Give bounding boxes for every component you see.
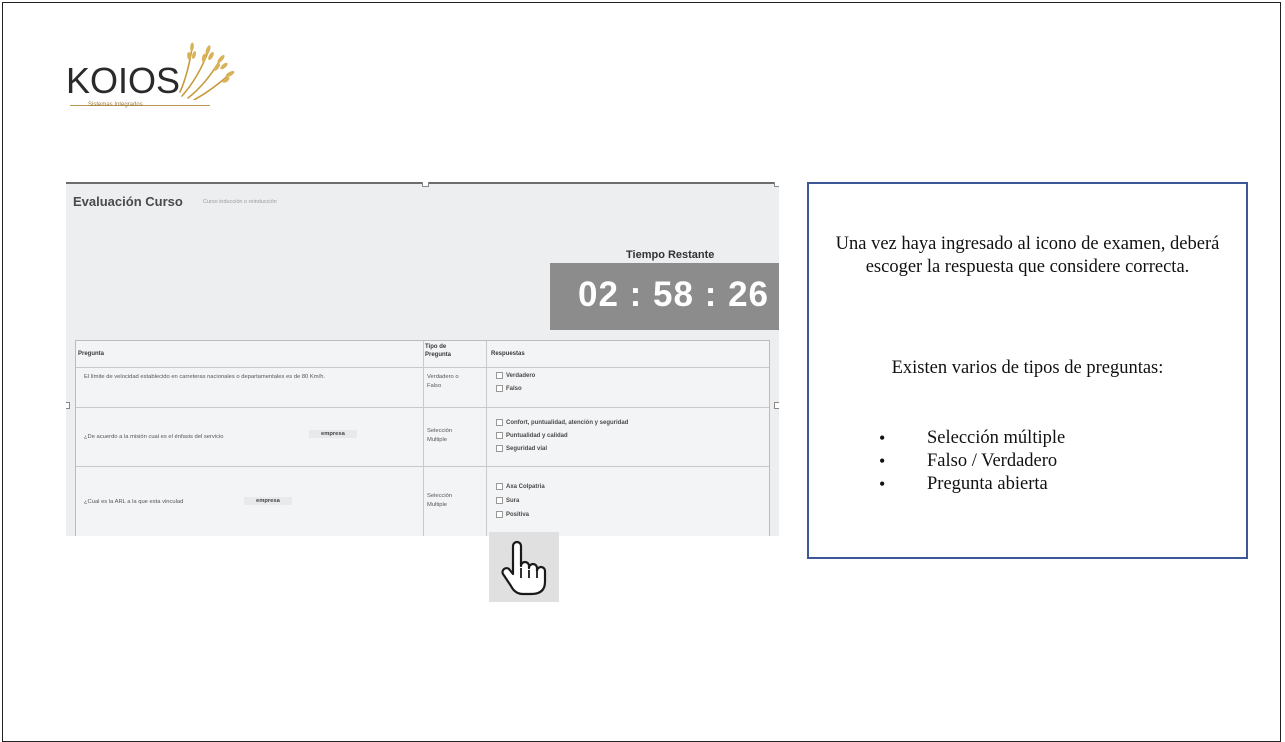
- answer-option[interactable]: Axa Colpatria: [496, 483, 545, 490]
- resize-handle: [66, 402, 70, 409]
- timer-value: 02 : 58 : 26: [578, 275, 769, 314]
- answer-checkbox[interactable]: [496, 432, 503, 439]
- koios-logo: KOIOS Sistemas Integrados: [58, 38, 248, 110]
- hand-pointer-icon: [501, 540, 547, 596]
- answer-option[interactable]: Puntualidad y calidad: [496, 432, 568, 439]
- question-text: El límite de velocidad establecido en ca…: [84, 374, 326, 380]
- header-answers: Respuestas: [491, 351, 525, 357]
- question-type: Selección Multiple: [427, 428, 453, 443]
- header-type: Tipo de Pregunta: [425, 344, 452, 358]
- answer-checkbox[interactable]: [496, 372, 503, 379]
- answer-option[interactable]: Positiva: [496, 511, 529, 518]
- questions-table: Pregunta Tipo de Pregunta Respuestas El …: [75, 340, 770, 536]
- wheat-logo-icon: [179, 42, 235, 100]
- instructions-box: Una vez haya ingresado al icono de exame…: [807, 182, 1248, 559]
- resize-handle: [774, 402, 779, 409]
- hand-cursor-box: [489, 532, 559, 602]
- resize-handle: [774, 182, 779, 187]
- resize-handle: [422, 182, 429, 187]
- list-item: Selección múltiple: [879, 427, 1065, 450]
- answer-label: Verdadero: [506, 372, 536, 379]
- answer-option[interactable]: Confort, puntualidad, atención y segurid…: [496, 419, 628, 426]
- answer-checkbox[interactable]: [496, 445, 503, 452]
- company-field: empresa: [309, 430, 357, 438]
- row-divider: [76, 407, 769, 408]
- answer-option[interactable]: Falso: [496, 385, 522, 392]
- answer-label: Positiva: [506, 511, 530, 518]
- answer-label: Puntualidad y calidad: [506, 432, 568, 439]
- exam-title: Evaluación Curso: [73, 194, 183, 209]
- timer-label: Tiempo Restante: [626, 249, 715, 261]
- list-item: Pregunta abierta: [879, 473, 1065, 496]
- row-divider: [76, 367, 769, 368]
- answer-checkbox[interactable]: [496, 419, 503, 426]
- answer-label: Confort, puntualidad, atención y segurid…: [506, 419, 629, 426]
- logo-wordmark: KOIOS: [66, 60, 181, 101]
- question-types-list: Selección múltiple Falso / Verdadero Pre…: [879, 427, 1065, 496]
- answer-option[interactable]: Sura: [496, 497, 519, 504]
- answer-checkbox[interactable]: [496, 385, 503, 392]
- question-text: ¿De acuerdo a la misión cual es el énfas…: [84, 434, 224, 440]
- header-question: Pregunta: [78, 351, 105, 357]
- column-divider: [486, 341, 487, 536]
- answer-checkbox[interactable]: [496, 483, 503, 490]
- answer-label: Sura: [506, 497, 520, 504]
- question-types-intro: Existen varios de tipos de preguntas:: [891, 358, 1164, 378]
- answer-label: Seguridad vial: [506, 445, 548, 452]
- row-divider: [76, 466, 769, 467]
- question-type: Verdadero o Falso: [427, 374, 459, 389]
- column-divider: [423, 341, 424, 536]
- exam-subtitle: Curso inducción o reinducción: [203, 199, 277, 205]
- question-type: Selección Multiple: [427, 493, 453, 508]
- instructions-paragraph: Una vez haya ingresado al icono de exame…: [835, 234, 1220, 277]
- logo-tagline: Sistemas Integrados: [88, 102, 143, 108]
- answer-option[interactable]: Verdadero: [496, 372, 535, 379]
- timer-display: 02 : 58 : 26: [550, 263, 779, 330]
- company-field: empresa: [244, 497, 292, 505]
- answer-checkbox[interactable]: [496, 497, 503, 504]
- answer-label: Falso: [506, 385, 522, 392]
- answer-label: Axa Colpatria: [506, 483, 545, 490]
- exam-screenshot: Evaluación Curso Curso inducción o reind…: [66, 182, 779, 536]
- list-item: Falso / Verdadero: [879, 450, 1065, 473]
- answer-option[interactable]: Seguridad vial: [496, 445, 547, 452]
- answer-checkbox[interactable]: [496, 511, 503, 518]
- question-text: ¿Cual es la ARL a la que esta vinculad: [84, 499, 184, 505]
